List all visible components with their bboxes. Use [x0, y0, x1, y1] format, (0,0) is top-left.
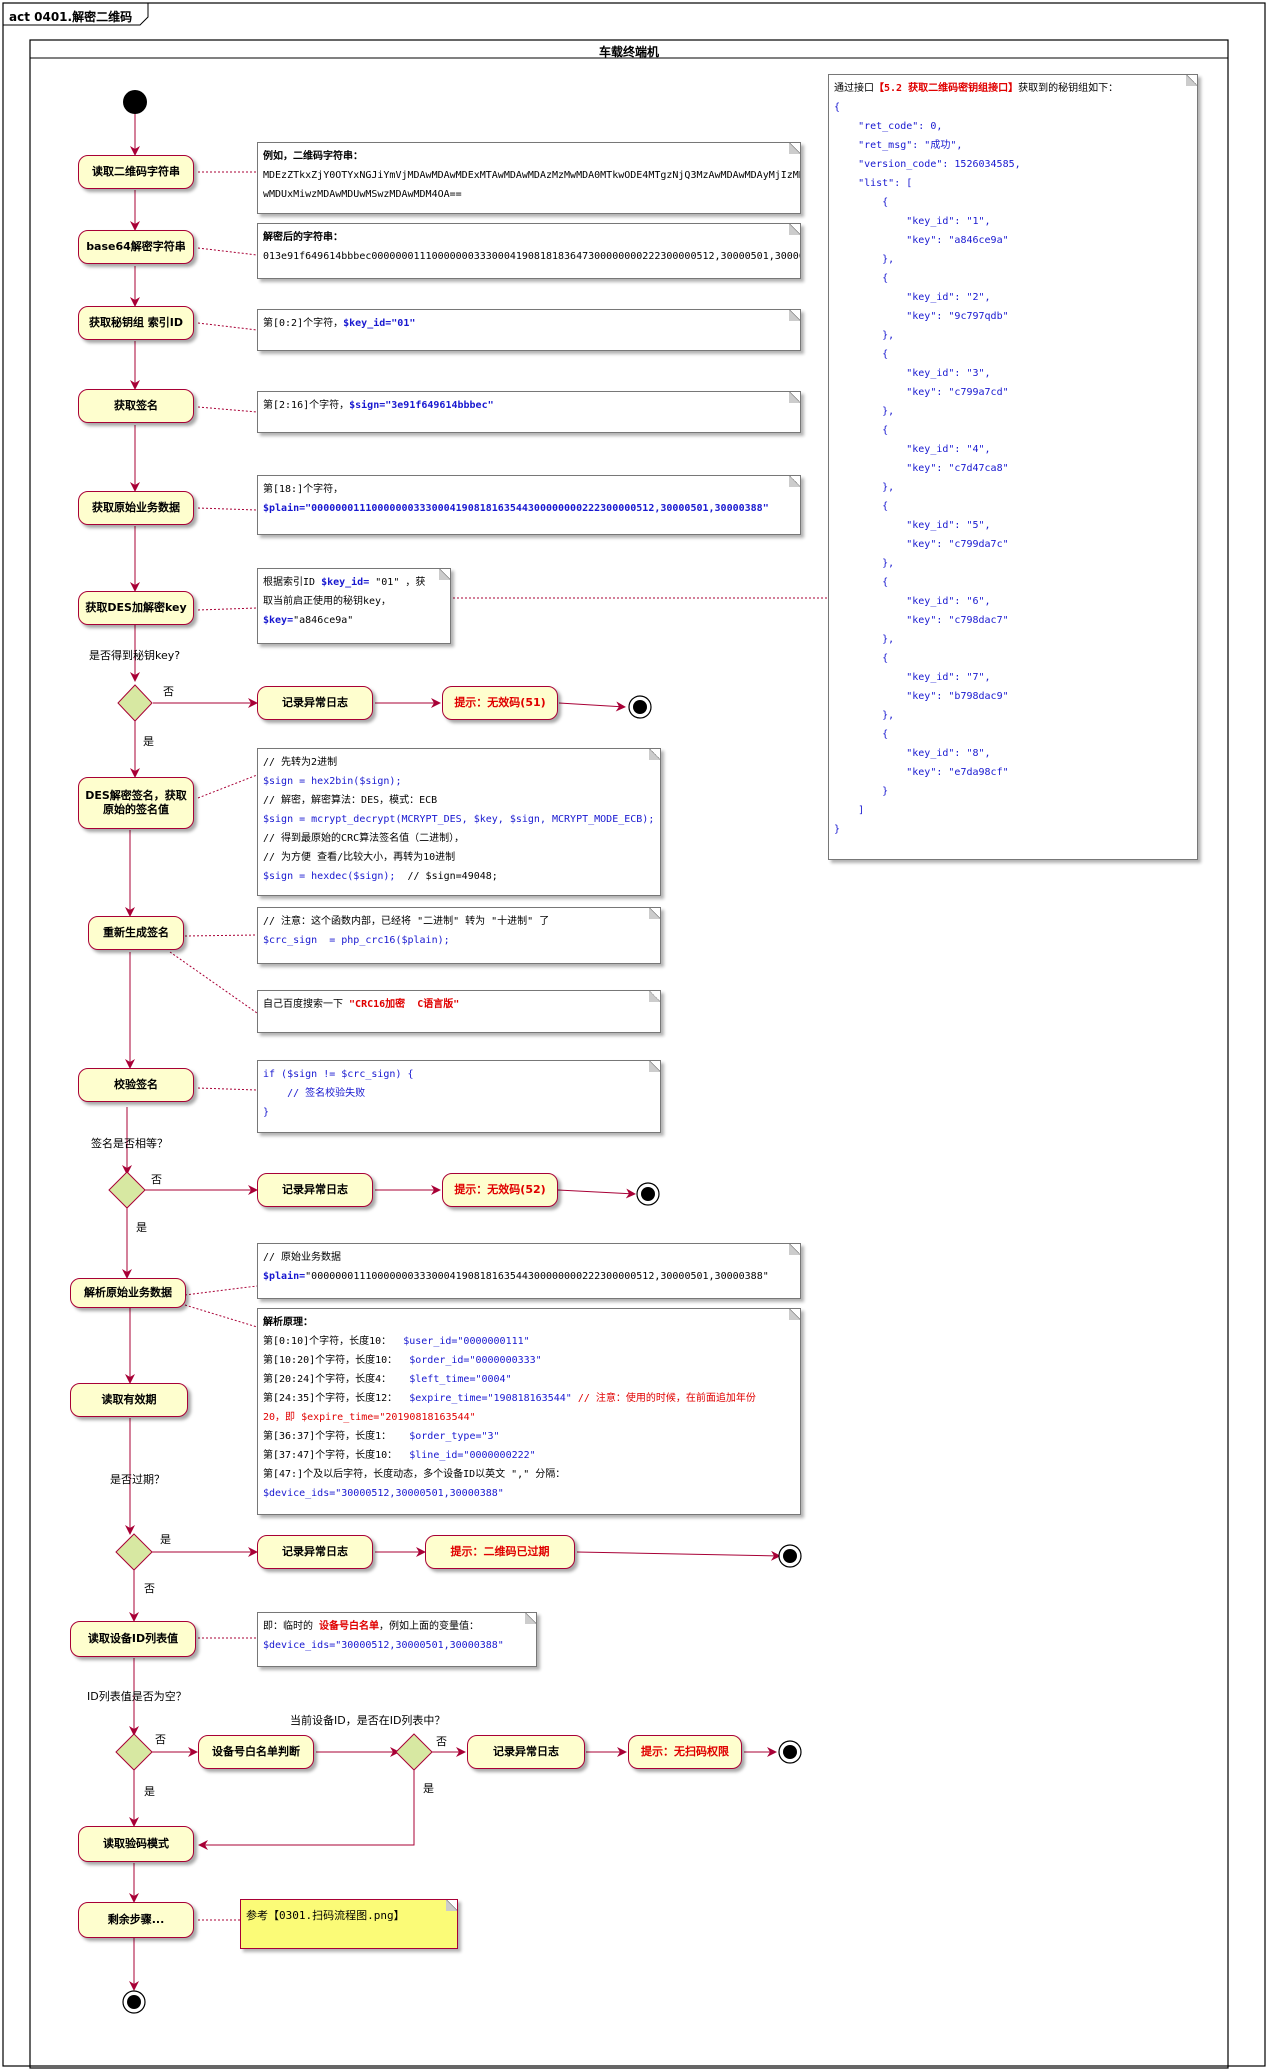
activity-log-error-3: 记录异常日志: [257, 1535, 373, 1569]
frame-tab: act 0401.解密二维码: [9, 10, 133, 24]
decision-has-key: [117, 684, 153, 722]
activity-des-decrypt-sign: DES解密签名，获取原始的签名值: [78, 777, 194, 829]
activity-read-verify-mode: 读取验码模式: [78, 1826, 194, 1862]
key-entry: { "key_id": "6", "key": "c798dac7" },: [882, 577, 1009, 645]
guard-question-in-list: 当前设备ID，是否在ID列表中？: [290, 1714, 446, 1727]
parse-row: 第[20:24]个字符，长度4： $left_time="0004": [263, 1374, 512, 1385]
note-device-ids: 即：临时的 设备号白名单，例如上面的变量值： $device_ids="3000…: [257, 1612, 537, 1667]
key-entry: { "key_id": "1", "key": "a846ce9a" },: [882, 197, 1009, 265]
decision-in-list: [395, 1733, 433, 1771]
activity-error-52: 提示：无效码(52): [442, 1173, 558, 1207]
decision-sign-equal: [108, 1171, 146, 1209]
note-des-decrypt-code: // 先转为2进制 $sign = hex2bin($sign); // 解密，…: [257, 748, 661, 896]
activity-verify-sign: 校验签名: [78, 1068, 194, 1102]
guard-question-has-key: 是否得到秘钥key?: [89, 649, 181, 662]
decision-expired: [115, 1533, 153, 1571]
guard-yes: 是: [423, 1782, 434, 1795]
guard-no: 否: [151, 1173, 162, 1186]
key-entry: { "key_id": "8", "key": "e7da98cf" }: [882, 729, 1009, 797]
note-crc16-search: 自己百度搜索一下 "CRC16加密 C语言版": [257, 990, 661, 1033]
parse-row: 第[36:37]个字符，长度1： $order_type="3": [263, 1431, 500, 1442]
activity-regenerate-sign: 重新生成签名: [88, 916, 184, 950]
note-key-id: 第[0:2]个字符，$key_id="01": [257, 309, 801, 351]
key-entry: { "key_id": "7", "key": "b798dac9" },: [882, 653, 1009, 721]
activity-qr-expired: 提示：二维码已过期: [425, 1535, 575, 1569]
key-entry: { "key_id": "5", "key": "c799da7c" },: [882, 501, 1009, 569]
note-des-key: 根据索引ID $key_id= "01" ，获 取当前启正使用的秘钥key， $…: [257, 568, 451, 644]
activity-log-error-4: 记录异常日志: [467, 1735, 585, 1769]
guard-yes: 是: [143, 735, 154, 748]
note-sign-compare: if ($sign != $crc_sign) { // 签名校验失败 }: [257, 1060, 661, 1133]
note-plain: 第[18:]个字符， $plain="000000011100000003330…: [257, 475, 801, 535]
activity-read-device-ids: 读取设备ID列表值: [70, 1621, 196, 1657]
parse-row: 第[37:47]个字符，长度10： $line_id="0000000222": [263, 1450, 536, 1461]
activity-read-expiry: 读取有效期: [70, 1383, 188, 1417]
guard-question-expired: 是否过期？: [110, 1473, 165, 1486]
activity-get-sign: 获取签名: [78, 389, 194, 423]
decision-ids-empty: [115, 1733, 153, 1771]
guard-no: 否: [163, 685, 174, 698]
key-entry: { "key_id": "4", "key": "c7d47ca8" },: [882, 425, 1009, 493]
activity-no-permission: 提示：无扫码权限: [628, 1735, 742, 1769]
guard-yes: 是: [160, 1533, 171, 1546]
parse-row: 第[0:10]个字符，长度10： $user_id="0000000111": [263, 1336, 530, 1347]
activity-log-error-1: 记录异常日志: [257, 686, 373, 720]
guard-yes: 是: [136, 1221, 147, 1234]
note-base64-result: 解密后的字符串： 013e91f649614bbbec0000000111000…: [257, 223, 801, 279]
start-node: [123, 90, 147, 114]
activity-get-des-key: 获取DES加解密key: [78, 591, 194, 625]
activity-get-key-group: 获取秘钥组 索引ID: [78, 306, 194, 340]
guard-no: 否: [144, 1582, 155, 1595]
note-original-data: // 原始业务数据 $plain="0000000111000000033300…: [257, 1243, 801, 1299]
note-api-keygroup: 通过接口【5.2 获取二维码密钥组接口】获取到的秘钥组如下： { "ret_co…: [828, 74, 1198, 860]
activity-remaining-steps: 剩余步骤...: [78, 1902, 194, 1938]
swimlane-title: 车载终端机: [598, 45, 659, 59]
guard-yes: 是: [144, 1785, 155, 1798]
key-entry: { "key_id": "3", "key": "c799a7cd" },: [882, 349, 1009, 417]
activity-log-error-2: 记录异常日志: [257, 1173, 373, 1207]
activity-read-qr: 读取二维码字符串: [78, 155, 194, 189]
activity-get-plain: 获取原始业务数据: [78, 491, 194, 525]
guard-question-ids-empty: ID列表值是否为空？: [87, 1690, 187, 1703]
activity-whitelist-check: 设备号白名单判断: [198, 1735, 314, 1769]
activity-parse-data: 解析原始业务数据: [70, 1278, 186, 1308]
guard-no: 否: [155, 1733, 166, 1746]
note-sign: 第[2:16]个字符，$sign="3e91f649614bbbec": [257, 391, 801, 433]
guard-question-sign-equal: 签名是否相等？: [91, 1137, 168, 1150]
note-crc-sign: // 注意：这个函数内部，已经将 "二进制" 转为 "十进制" 了 $crc_s…: [257, 907, 661, 964]
note-reference: 参考【0301.扫码流程图.png】: [240, 1899, 458, 1949]
parse-row: 第[10:20]个字符，长度10： $order_id="0000000333": [263, 1355, 542, 1366]
note-qr-example: 例如，二维码字符串： MDEzZTkxZjY0OTYxNGJiYmVjMDAwM…: [257, 142, 801, 214]
key-entry: { "key_id": "2", "key": "9c797qdb" },: [882, 273, 1009, 341]
activity-error-51: 提示：无效码(51): [442, 686, 558, 720]
guard-no: 否: [436, 1735, 447, 1748]
parse-row: 第[24:35]个字符，长度12： $expire_time="19081816…: [263, 1393, 756, 1404]
activity-base64-decode: base64解密字符串: [78, 230, 194, 264]
note-parse-rules: 解析原理： 第[0:10]个字符，长度10： $user_id="0000000…: [257, 1308, 801, 1515]
